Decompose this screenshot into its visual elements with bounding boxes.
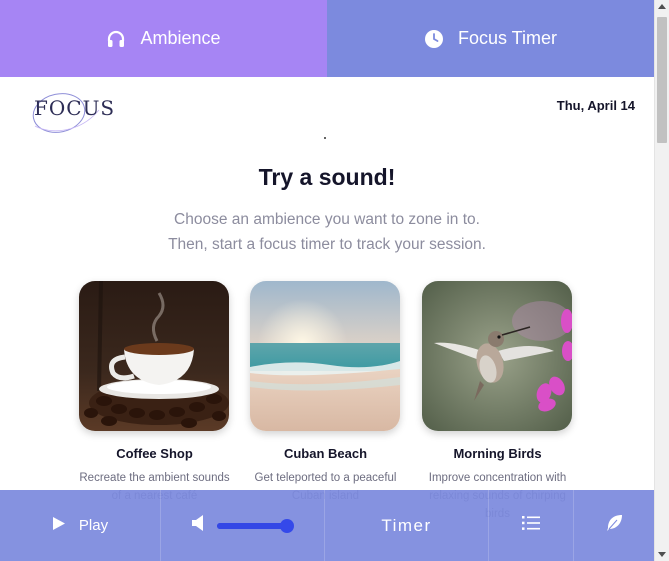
timer-button[interactable]: Timer: [325, 490, 489, 561]
list-icon: [522, 515, 540, 536]
sound-card-coffee-shop[interactable]: Coffee Shop Recreate the ambient sounds …: [79, 281, 230, 505]
play-label: Play: [78, 517, 109, 534]
page-title: Try a sound!: [258, 164, 396, 190]
headphones-icon: [106, 29, 126, 49]
tab-focus-timer[interactable]: Focus Timer: [327, 0, 654, 77]
tab-focus-timer-label: Focus Timer: [457, 28, 558, 48]
timer-label: Timer: [381, 515, 432, 535]
card-title: Coffee Shop: [116, 446, 193, 461]
hummingbird-image[interactable]: [422, 281, 572, 431]
clock-icon: [424, 29, 444, 49]
leaf-button[interactable]: [574, 490, 654, 561]
scrollbar-thumb[interactable]: [657, 17, 667, 143]
volume-control: [161, 490, 325, 561]
play-icon: [52, 516, 66, 535]
play-button[interactable]: Play: [0, 490, 161, 561]
focus-logo[interactable]: FOCUS: [34, 96, 115, 120]
volume-icon[interactable]: [191, 514, 207, 537]
tab-ambience[interactable]: Ambience: [0, 0, 327, 77]
divider-dot: [324, 137, 326, 139]
card-title: Cuban Beach: [283, 446, 368, 461]
player-bar: Play Timer: [0, 490, 654, 561]
beach-sunset-image[interactable]: [250, 281, 400, 431]
volume-slider-fill: [217, 522, 288, 529]
subtitle-line-1: Choose an ambience you want to zone in t…: [174, 211, 480, 228]
card-title: Morning Birds: [453, 446, 542, 461]
sound-card-cuban-beach[interactable]: Cuban Beach Get teleported to a peaceful…: [250, 281, 401, 505]
coffee-cup-image[interactable]: [79, 281, 229, 431]
volume-slider-knob[interactable]: [280, 518, 295, 533]
scrollbar[interactable]: [654, 0, 669, 561]
scroll-down-arrow-icon[interactable]: [658, 552, 666, 557]
sound-card-morning-birds[interactable]: Morning Birds Improve concentration with…: [422, 281, 573, 523]
current-date: Thu, April 14: [556, 98, 635, 113]
tab-ambience-label: Ambience: [140, 28, 221, 48]
top-tabs: Ambience Focus Timer: [0, 0, 654, 77]
list-button[interactable]: [489, 490, 574, 561]
volume-slider[interactable]: [217, 518, 295, 533]
feather-icon: [605, 514, 623, 537]
subtitle-line-2: Then, start a focus timer to track your …: [168, 236, 486, 253]
scroll-up-arrow-icon[interactable]: [658, 4, 666, 9]
